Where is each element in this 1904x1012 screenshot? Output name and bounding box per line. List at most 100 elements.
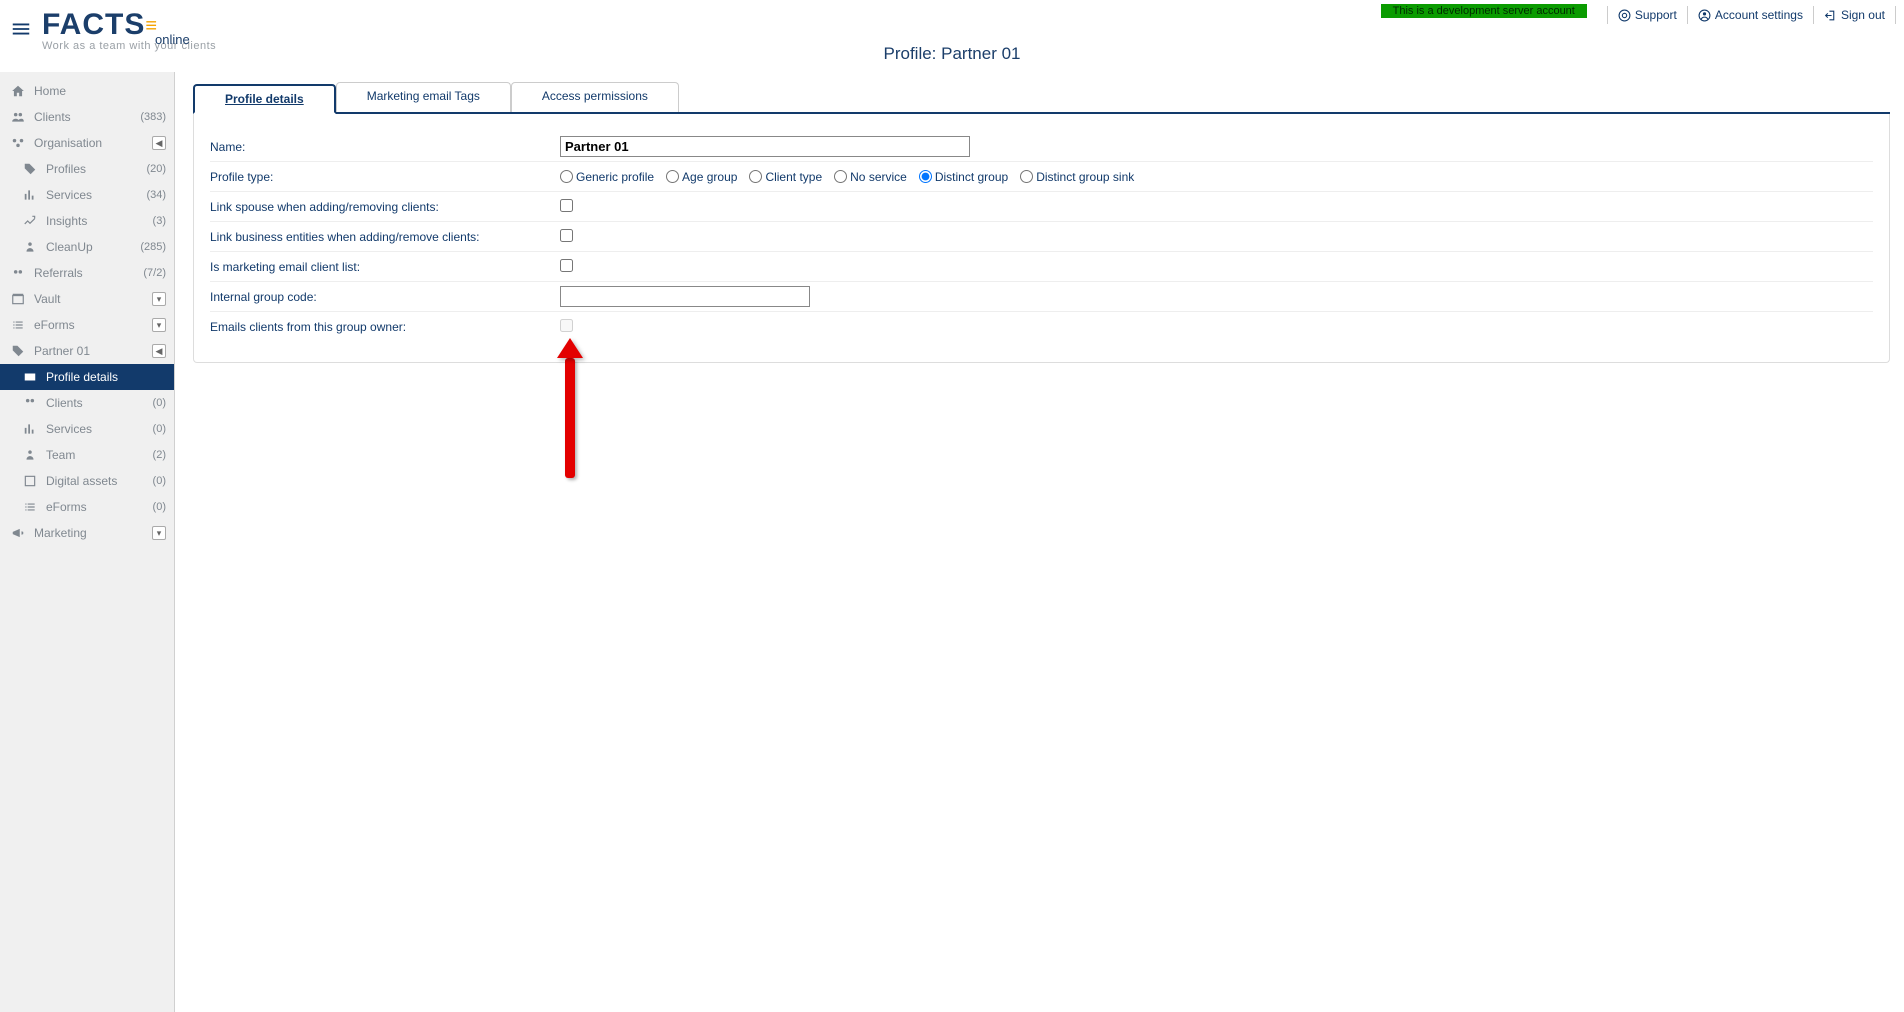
- expand-icon[interactable]: ▾: [152, 318, 166, 332]
- row-link-spouse: Link spouse when adding/removing clients…: [210, 192, 1873, 222]
- sidebar-item-insights[interactable]: Insights (3): [0, 208, 174, 234]
- assets-icon: [20, 474, 40, 488]
- sidebar-item-profiles[interactable]: Profiles (20): [0, 156, 174, 182]
- nav-label: eForms: [46, 500, 153, 514]
- sidebar-item-eforms[interactable]: eForms ▾: [0, 312, 174, 338]
- insights-icon: [20, 214, 40, 228]
- logo-main: FACTS: [42, 8, 145, 41]
- sidebar-item-referrals[interactable]: Referrals (7/2): [0, 260, 174, 286]
- chart-icon: [20, 422, 40, 436]
- main-content: Profile details Marketing email Tags Acc…: [175, 72, 1904, 1012]
- sidebar-item-digital-assets[interactable]: Digital assets (0): [0, 468, 174, 494]
- expand-icon[interactable]: ▾: [152, 292, 166, 306]
- sidebar-item-organisation[interactable]: Organisation ◀: [0, 130, 174, 156]
- dev-banner: This is a development server account: [1381, 4, 1587, 18]
- tabs: Profile details Marketing email Tags Acc…: [193, 82, 1890, 114]
- label-name: Name:: [210, 140, 560, 154]
- home-icon: [8, 84, 28, 98]
- nav-count: (0): [153, 501, 166, 513]
- expand-icon[interactable]: ▾: [152, 526, 166, 540]
- nav-count: (2): [153, 449, 166, 461]
- collapse-icon[interactable]: ◀: [152, 344, 166, 358]
- sidebar-item-team[interactable]: Team (2): [0, 442, 174, 468]
- checkbox-is-marketing[interactable]: [560, 259, 573, 272]
- collapse-icon[interactable]: ◀: [152, 136, 166, 150]
- row-profile-type: Profile type: Generic profile Age group …: [210, 162, 1873, 192]
- account-settings-link[interactable]: Account settings: [1687, 6, 1813, 24]
- sidebar-item-clients[interactable]: Clients (383): [0, 104, 174, 130]
- radio-age-group[interactable]: Age group: [666, 170, 737, 184]
- sidebar-item-profile-details[interactable]: Profile details: [0, 364, 174, 390]
- sidebar-item-sub-eforms[interactable]: eForms (0): [0, 494, 174, 520]
- nav-label: Digital assets: [46, 474, 153, 488]
- team-icon: [20, 448, 40, 462]
- row-emails-owner: Emails clients from this group owner:: [210, 312, 1873, 342]
- tab-access-permissions[interactable]: Access permissions: [511, 82, 679, 112]
- sidebar-item-sub-clients[interactable]: Clients (0): [0, 390, 174, 416]
- nav-count: (20): [146, 163, 166, 175]
- nav-label: CleanUp: [46, 240, 140, 254]
- nav-count: (0): [153, 423, 166, 435]
- nav-label: Home: [34, 84, 166, 98]
- label-is-marketing: Is marketing email client list:: [210, 260, 560, 274]
- tab-marketing-tags[interactable]: Marketing email Tags: [336, 82, 511, 112]
- sidebar-item-services[interactable]: Services (34): [0, 182, 174, 208]
- label-link-spouse: Link spouse when adding/removing clients…: [210, 200, 560, 214]
- support-link[interactable]: Support: [1607, 6, 1687, 24]
- top-links: Support Account settings Sign out: [1607, 4, 1896, 24]
- checkbox-link-business[interactable]: [560, 229, 573, 242]
- sidebar-item-vault[interactable]: Vault ▾: [0, 286, 174, 312]
- nav-label: Services: [46, 422, 153, 436]
- sidebar-item-marketing[interactable]: Marketing ▾: [0, 520, 174, 546]
- megaphone-icon: [8, 526, 28, 540]
- nav-count: (0): [153, 475, 166, 487]
- support-label: Support: [1635, 8, 1677, 22]
- radio-client-type[interactable]: Client type: [749, 170, 822, 184]
- label-emails-owner: Emails clients from this group owner:: [210, 320, 560, 334]
- sidebar-item-home[interactable]: Home: [0, 78, 174, 104]
- signout-link[interactable]: Sign out: [1813, 6, 1896, 24]
- org-icon: [8, 136, 28, 150]
- tag-icon: [20, 162, 40, 176]
- internal-code-input[interactable]: [560, 286, 810, 307]
- referrals-icon: [8, 266, 28, 280]
- list-icon: [20, 500, 40, 514]
- nav-count: (0): [153, 397, 166, 409]
- nav-label: Profile details: [46, 370, 166, 384]
- nav-label: Team: [46, 448, 153, 462]
- sidebar-item-partner01[interactable]: Partner 01 ◀: [0, 338, 174, 364]
- page-title: Profile: Partner 01: [0, 44, 1904, 64]
- radio-generic[interactable]: Generic profile: [560, 170, 654, 184]
- nav-label: Partner 01: [34, 344, 152, 358]
- tab-profile-details[interactable]: Profile details: [193, 84, 336, 114]
- sidebar-item-cleanup[interactable]: CleanUp (285): [0, 234, 174, 260]
- row-link-business: Link business entities when adding/remov…: [210, 222, 1873, 252]
- chart-icon: [20, 188, 40, 202]
- radio-distinct-group[interactable]: Distinct group: [919, 170, 1008, 184]
- label-profile-type: Profile type:: [210, 170, 560, 184]
- checkbox-emails-owner: [560, 319, 573, 332]
- user-icon: [1698, 9, 1711, 22]
- nav-count: (3): [153, 215, 166, 227]
- nav-label: Marketing: [34, 526, 152, 540]
- row-is-marketing: Is marketing email client list:: [210, 252, 1873, 282]
- logo-tagline: Work as a team with your clients: [42, 40, 216, 52]
- nav-count: (383): [140, 111, 166, 123]
- radio-distinct-sink[interactable]: Distinct group sink: [1020, 170, 1134, 184]
- list-icon: [8, 318, 28, 332]
- name-input[interactable]: [560, 136, 970, 157]
- nav-label: eForms: [34, 318, 152, 332]
- nav-label: Clients: [46, 396, 153, 410]
- cleanup-icon: [20, 240, 40, 254]
- sidebar-item-sub-services[interactable]: Services (0): [0, 416, 174, 442]
- people-icon: [8, 110, 28, 124]
- radio-no-service[interactable]: No service: [834, 170, 907, 184]
- sidebar: Home Clients (383) Organisation ◀ Profil…: [0, 72, 175, 1012]
- nav-label: Clients: [34, 110, 140, 124]
- checkbox-link-spouse[interactable]: [560, 199, 573, 212]
- nav-label: Referrals: [34, 266, 143, 280]
- hamburger-icon[interactable]: [10, 18, 34, 42]
- label-link-business: Link business entities when adding/remov…: [210, 230, 560, 244]
- tag-icon: [8, 344, 28, 358]
- row-internal-code: Internal group code:: [210, 282, 1873, 312]
